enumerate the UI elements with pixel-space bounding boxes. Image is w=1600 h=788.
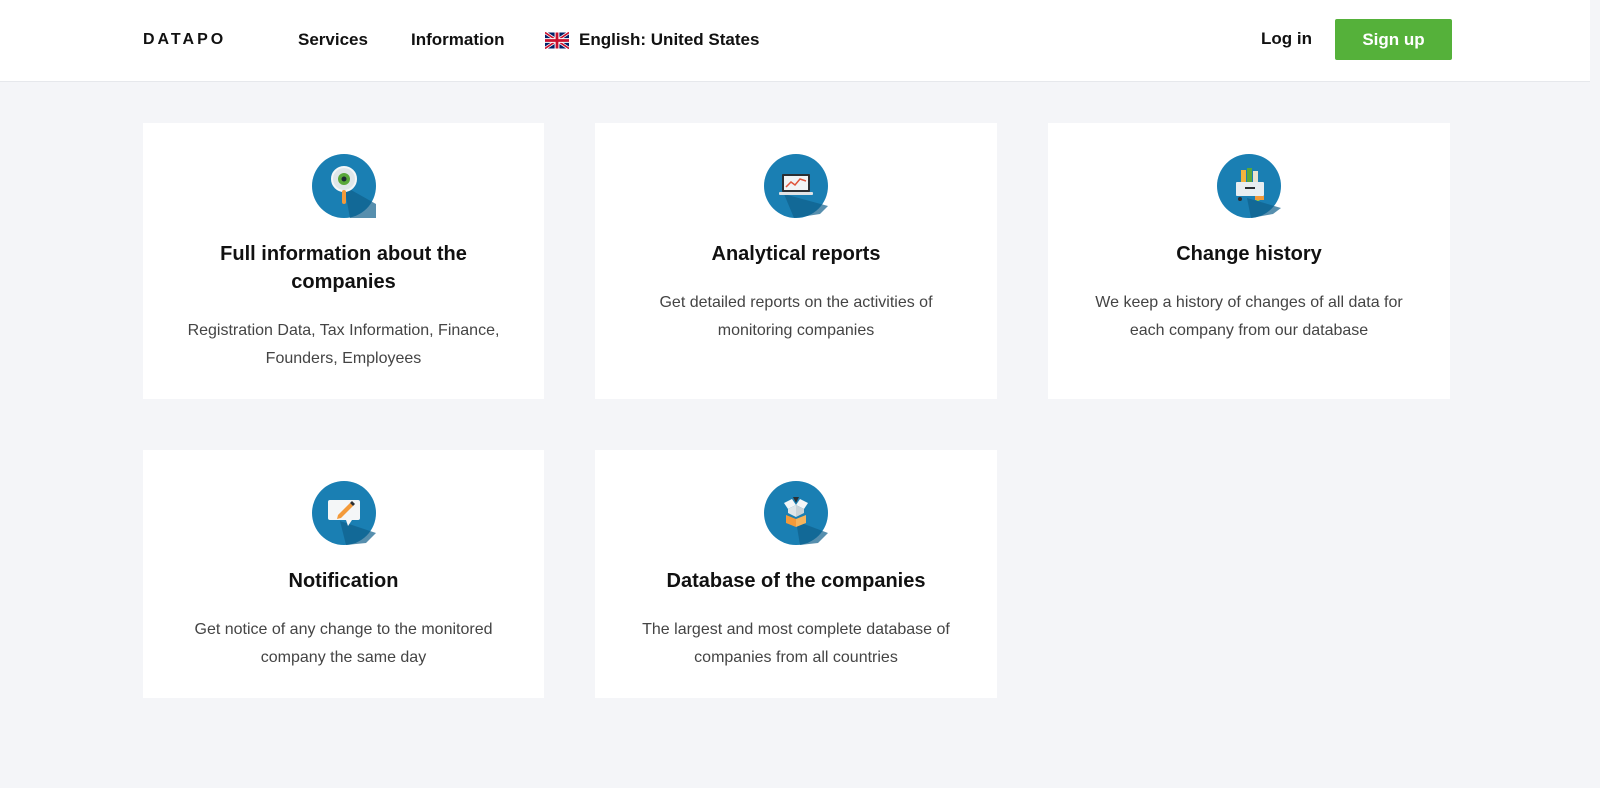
feature-description: Get notice of any change to the monitore… bbox=[194, 621, 493, 666]
feature-card-change-history: Change history We keep a history of chan… bbox=[1048, 123, 1450, 399]
feature-description: Registration Data, Tax Information, Fina… bbox=[187, 322, 500, 367]
feature-description: We keep a history of changes of all data… bbox=[1095, 294, 1403, 339]
nav-information[interactable]: Information bbox=[411, 30, 505, 50]
feature-title: Notification bbox=[288, 570, 399, 592]
feature-card-analytical-reports: Analytical reports Get detailed reports … bbox=[595, 123, 997, 399]
top-header: DATAPO Services Information English: Uni… bbox=[0, 0, 1600, 82]
feature-title: Analytical reports bbox=[711, 243, 881, 265]
language-label: English: United States bbox=[579, 30, 760, 49]
signup-button[interactable]: Sign up bbox=[1335, 19, 1452, 60]
page-scrollbar[interactable] bbox=[1590, 0, 1600, 788]
feature-description: The largest and most complete database o… bbox=[642, 621, 950, 666]
notification-message-icon bbox=[311, 481, 376, 545]
feature-title: Database of the companies bbox=[666, 570, 926, 592]
feature-description: Get detailed reports on the activities o… bbox=[659, 294, 933, 339]
datapo-logo[interactable]: DATAPO bbox=[143, 31, 226, 49]
feature-card-database: Database of the companies The largest an… bbox=[595, 450, 997, 698]
language-selector[interactable]: English: United States bbox=[545, 30, 759, 50]
database-box-icon bbox=[764, 481, 828, 545]
feature-card-notification: Notification Get notice of any change to… bbox=[143, 450, 544, 698]
analytics-laptop-icon bbox=[764, 154, 828, 218]
magnifier-icon bbox=[311, 154, 376, 218]
login-link[interactable]: Log in bbox=[1261, 29, 1312, 49]
feature-title: Full information about the companies bbox=[220, 243, 467, 293]
feature-card-full-information: Full information about the companies Reg… bbox=[143, 123, 544, 399]
feature-title: Change history bbox=[1176, 243, 1322, 265]
uk-flag-icon bbox=[545, 31, 569, 49]
nav-services[interactable]: Services bbox=[298, 30, 368, 50]
archive-folders-icon bbox=[1217, 154, 1281, 218]
